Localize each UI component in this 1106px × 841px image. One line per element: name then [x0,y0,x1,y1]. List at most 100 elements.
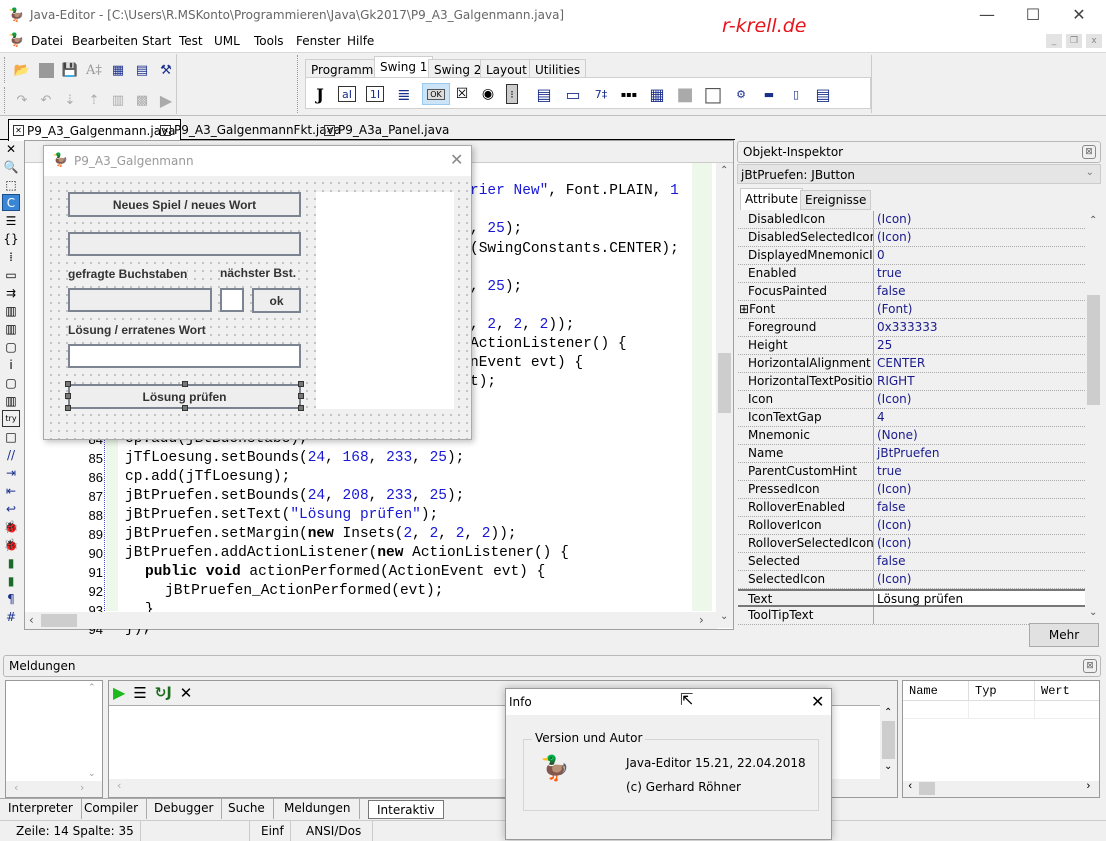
code-line[interactable]: ActionListener() { [470,336,627,352]
menu-datei[interactable]: Datei [31,34,63,48]
info-icon[interactable]: i [2,356,20,373]
property-row[interactable]: Foreground 0x333333 [738,319,1085,337]
frame-icon[interactable]: ▢ [2,374,20,391]
info-close-icon[interactable]: ✕ [811,692,824,711]
pointer-icon[interactable]: ▤ [813,84,833,104]
bottom-tab-meldungen[interactable]: Meldungen [276,799,360,819]
unindent-icon[interactable]: ⇤ [2,482,20,499]
mdi-minimize-button[interactable]: _ [1046,34,1062,48]
property-row[interactable]: DisabledSelectedIcon (Icon) [738,229,1085,247]
property-row[interactable]: Enabled true [738,265,1085,283]
code-line[interactable]: cp.add(jTfLoesung); [125,469,290,485]
column-name[interactable]: Name [903,681,969,700]
file-icon[interactable]: ▭ [2,266,20,283]
code-line[interactable]: t); [470,374,496,390]
mdi-restore-button[interactable]: ❐ [1066,34,1082,48]
property-row[interactable]: Mnemonic (None) [738,427,1085,445]
comment-icon[interactable]: // [2,446,20,463]
scroll-down-icon[interactable]: ⌄ [720,611,728,622]
next-letter-field[interactable] [220,288,244,312]
menu-uml[interactable]: UML [214,34,240,48]
code-line[interactable]: jBtPruefen.addActionListener(new ActionL… [125,545,569,561]
code-line[interactable]: jBtPruefen.setText("Lösung prüfen"); [125,507,438,523]
bottom-tab-debugger[interactable]: Debugger [146,799,223,819]
scroll-right-icon[interactable]: › [1085,781,1092,793]
windows-icon[interactable]: ▤ [133,61,151,79]
menu-tools[interactable]: Tools [254,34,284,48]
asked-letters-field[interactable] [68,288,212,312]
clear-icon[interactable]: ✕ [180,684,193,702]
bottom-tab-compiler[interactable]: Compiler [76,799,148,819]
object-selector[interactable]: jBtPruefen: JButton ⌄ [737,164,1101,184]
jmenubar-icon[interactable]: ▬ [759,84,779,104]
property-row[interactable]: HorizontalTextPosition RIGHT [738,373,1085,391]
property-row[interactable]: Name jBtPruefen [738,445,1085,463]
ok-button[interactable]: ok [252,288,301,313]
jcombobox-icon[interactable]: ▭ [563,84,583,104]
scroll-right-icon[interactable]: › [80,781,84,794]
editor-vertical-scrollbar[interactable]: ⌃ ⌄ [716,163,733,628]
property-row[interactable]: Height 25 [738,337,1085,355]
indent-icon[interactable]: ⇣ [61,91,79,109]
property-row[interactable]: Selected false [738,553,1085,571]
list-icon[interactable]: ☰ [133,684,146,702]
reload-java-icon[interactable]: ↻J [155,685,172,701]
scroll-left-icon[interactable]: ‹ [907,781,914,793]
resize-handle[interactable] [298,381,304,387]
run-icon[interactable]: ▶ [157,91,175,110]
scroll-down-icon[interactable]: ⌄ [88,769,96,779]
property-row[interactable]: SelectedIcon (Icon) [738,571,1085,589]
messages-close-icon[interactable]: ⊠ [1083,659,1097,673]
arrow-icon[interactable]: ⇉ [2,284,20,301]
debug-off-icon[interactable]: 🐞 [2,536,20,553]
menu-test[interactable]: Test [179,34,203,48]
interactive-vscroll[interactable]: ⌃ ⌄ [880,705,897,779]
class-icon[interactable]: C [2,194,20,211]
jlabel-icon[interactable]: J [310,84,330,104]
property-row[interactable]: Text Lösung prüfen [738,589,1085,607]
jpanel-icon[interactable]: ■ [675,84,695,105]
code-line[interactable]: rier New", Font.PLAIN, 1 [470,183,679,199]
jtextarea-icon[interactable]: ≣ [394,84,414,104]
new-file-icon[interactable] [37,61,55,79]
paragraph-icon[interactable]: ¶ [2,590,20,607]
jlist-icon[interactable]: ▤ [534,84,554,104]
book-open-icon[interactable]: ▮ [2,572,20,589]
scroll-up-icon[interactable]: ⌃ [884,707,892,718]
compile-all-icon[interactable]: ▩ [133,91,151,109]
code-line[interactable]: , 25); [470,221,522,237]
resize-handle[interactable] [182,381,188,387]
turtle-icon[interactable]: ⚙ [731,84,751,104]
file-tab-galgenmann[interactable]: ✕ P9_A3_Galgenmann.java [8,119,181,141]
property-scrollbar[interactable]: ⌃ ⌄ [1085,213,1102,623]
jcheckbox-icon[interactable]: ☒ [452,84,472,104]
jbuttongroup-icon[interactable]: ⁝ [506,84,518,104]
file-tab-panel[interactable]: ✕ P9_A3a_Panel.java [320,120,453,140]
wrap-icon[interactable]: ↩ [2,500,20,517]
close-button[interactable]: ✕ [1056,4,1102,28]
property-row[interactable]: Icon (Icon) [738,391,1085,409]
code-line[interactable]: (SwingConstants.CENTER); [470,241,679,257]
scroll-thumb[interactable] [1087,295,1100,405]
column-typ[interactable]: Typ [969,681,1035,700]
book-icon[interactable]: ▮ [2,554,20,571]
table-icon[interactable]: ▥ [2,320,20,337]
box-icon[interactable]: □ [2,428,20,445]
close-icon[interactable]: ✕ [2,140,20,157]
resize-handle[interactable] [298,393,304,399]
minimize-button[interactable]: — [964,4,1010,28]
jspinner-icon[interactable]: 7‡ [591,84,611,104]
canvas-icon[interactable]: □ [703,82,723,106]
tab-ereignisse[interactable]: Ereignisse [800,190,872,210]
jscrollbar-icon[interactable]: ▪▪▪ [619,84,639,104]
bottom-tab-interaktiv[interactable]: Interaktiv [368,800,444,819]
resize-handle[interactable] [65,393,71,399]
code-line[interactable]: jTfLoesung.setBounds(24, 168, 233, 25); [125,450,464,466]
property-row[interactable]: FocusPainted false [738,283,1085,301]
jtextfield-icon[interactable]: aI [338,86,356,102]
run-icon[interactable]: ▶ [113,683,125,702]
open-folder-icon[interactable]: 📂 [13,61,31,79]
property-row[interactable]: PressedIcon (Icon) [738,481,1085,499]
try-icon[interactable]: try [2,410,20,427]
inspector-close-icon[interactable]: ⊠ [1082,145,1096,159]
